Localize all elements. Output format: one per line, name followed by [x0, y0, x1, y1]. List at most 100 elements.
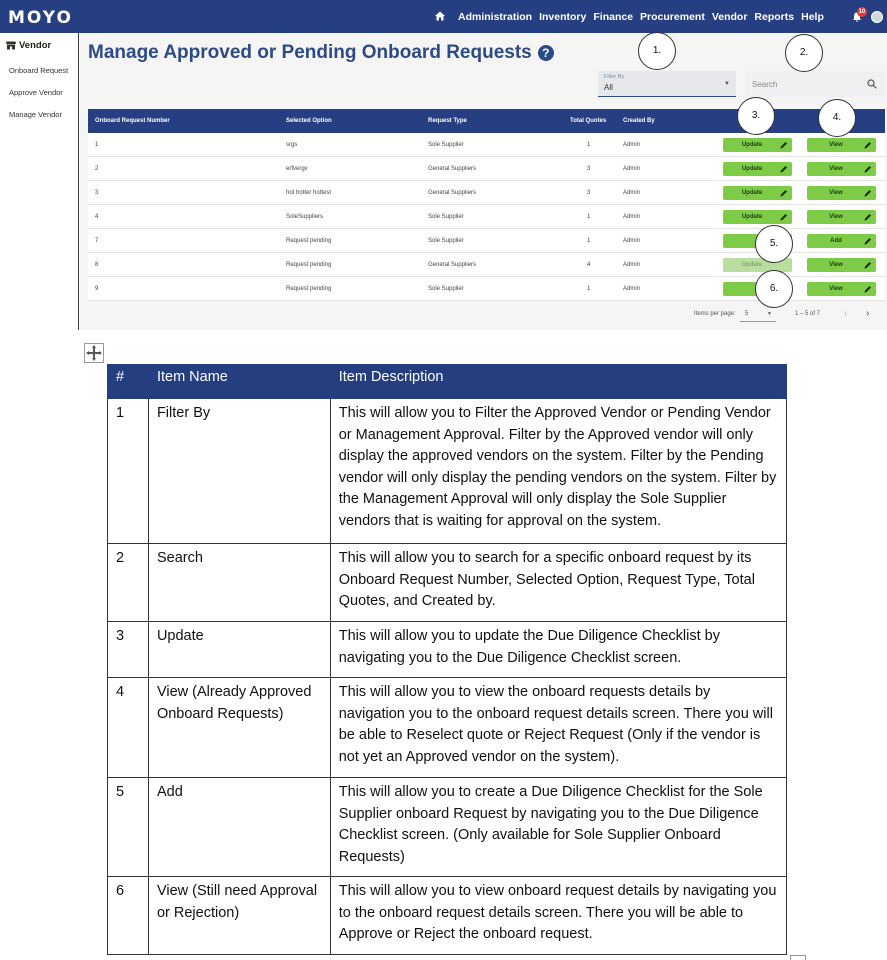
table-move-handle[interactable]: [84, 343, 104, 363]
right-button-label: View: [829, 142, 843, 148]
col-created-by[interactable]: Created By: [623, 109, 655, 133]
paginator: Items per page: 5 ▼ 1 – 5 of 7 ‹ ›: [88, 304, 885, 326]
prev-page-icon[interactable]: ‹: [844, 308, 847, 319]
help-icon[interactable]: ?: [537, 45, 554, 61]
cell-selected-option: hot hotter hottest: [286, 190, 332, 196]
cell-created-by: Admin: [623, 190, 641, 196]
col-total-quotes[interactable]: Total Quotes: [570, 109, 606, 133]
col-request-type[interactable]: Request Type: [428, 109, 467, 133]
cell-request-type: Sole Supplier: [428, 142, 464, 148]
row-item-description: This will allow you to update the Due Di…: [329, 621, 788, 678]
cell-selected-option: Request pending: [286, 238, 332, 244]
sidebar-item-approve-vendor[interactable]: Approve Vendor: [9, 88, 63, 97]
pencil-icon: [864, 262, 871, 269]
cell-created-by: Admin: [623, 262, 641, 268]
table-header-row: # Item Name Item Description: [107, 364, 788, 399]
cell-selected-option: Request pending: [286, 286, 332, 292]
search-field[interactable]: Search: [745, 71, 885, 97]
menu-vendor[interactable]: Vendor: [712, 11, 748, 23]
table-row: 3 hot hotter hottest General Suppliers 3 Adm…: [88, 181, 885, 205]
view-button[interactable]: View: [807, 210, 876, 224]
pencil-icon: [780, 142, 787, 149]
menu-procurement[interactable]: Procurement: [640, 11, 705, 23]
row-number: 5: [107, 777, 149, 877]
row-item-description: This will allow you to Filter the Approv…: [329, 398, 788, 544]
cell-request-number: 4: [95, 214, 99, 220]
update-button[interactable]: Update: [723, 210, 792, 224]
search-icon[interactable]: [867, 79, 877, 89]
update-button[interactable]: Update: [723, 186, 792, 200]
table-row: 4 SoleSuppliers Sole Supplier 1 Admin Update V…: [88, 205, 885, 229]
view-button[interactable]: View: [807, 138, 876, 152]
header-item-name: Item Name: [147, 364, 331, 399]
cell-total-quotes: 1: [587, 286, 591, 292]
row-item-description: This will allow you to create a Due Dili…: [329, 777, 788, 877]
view-button[interactable]: View: [807, 186, 876, 200]
table-row: 1 Filter By This will allow you to Filte…: [107, 398, 788, 544]
cell-selected-option: Request pending: [286, 262, 332, 268]
table-row: 4 View (Already Approved Onboard Request…: [107, 677, 788, 778]
menu-reports[interactable]: Reports: [754, 11, 794, 23]
caret-down-icon: ▼: [724, 81, 730, 87]
right-button-label: View: [829, 190, 843, 196]
col-selected-option[interactable]: Selected Option: [286, 109, 332, 133]
row-item-description: This will allow you to view onboard requ…: [329, 876, 788, 955]
view-button[interactable]: View: [807, 162, 876, 176]
item-description-table: # Item Name Item Description 1 Filter By…: [107, 364, 788, 955]
filter-by-select[interactable]: Filter By All ▼: [598, 71, 736, 97]
cell-created-by: Admin: [623, 166, 641, 172]
cell-request-type: Sole Supplier: [428, 238, 464, 244]
move-icon: [86, 345, 102, 361]
row-item-name: Search: [147, 543, 331, 622]
cell-total-quotes: 4: [587, 262, 591, 268]
row-item-description: This will allow you to view the onboard …: [329, 677, 788, 778]
menu-administration[interactable]: Administration: [458, 11, 532, 23]
left-button-label: Update: [741, 214, 763, 220]
menu-finance[interactable]: Finance: [593, 11, 633, 23]
cell-request-number: 2: [95, 166, 99, 172]
sidebar-item-onboard-request[interactable]: Onboard Request: [9, 66, 68, 75]
table-row: 1 srgs Sole Supplier 1 Admin Update View: [88, 133, 885, 157]
cell-created-by: Admin: [623, 286, 641, 292]
col-request-number[interactable]: Onboard Request Number: [95, 109, 170, 133]
row-item-name: Add: [147, 777, 331, 877]
notification-badge: 10: [857, 7, 867, 17]
cell-request-type: General Suppliers: [428, 262, 477, 268]
view-button[interactable]: View: [807, 258, 876, 272]
screenshot: MOYO Administration Inventory Finance Pr…: [0, 0, 887, 330]
left-button-label: Update: [741, 166, 763, 172]
menu-help[interactable]: Help: [801, 11, 824, 23]
next-page-icon[interactable]: ›: [866, 308, 869, 319]
cell-selected-option: erfvergv: [286, 166, 308, 172]
page-size-select[interactable]: 5 ▼: [740, 306, 776, 322]
sidebar: Vendor Onboard Request Approve Vendor Ma…: [0, 33, 79, 330]
sidebar-header: Vendor: [6, 40, 51, 51]
avatar[interactable]: [871, 11, 883, 23]
sidebar-item-manage-vendor[interactable]: Manage Vendor: [9, 110, 62, 119]
view-button[interactable]: View: [807, 282, 876, 296]
add-button[interactable]: Add: [807, 234, 876, 248]
pencil-icon: [864, 166, 871, 173]
app-logo: MOYO: [8, 8, 73, 28]
home-icon[interactable]: [435, 11, 445, 21]
right-button-label: Add: [830, 238, 842, 244]
table-resize-handle[interactable]: [790, 955, 806, 960]
cell-created-by: Admin: [623, 142, 641, 148]
row-number: 1: [107, 398, 149, 544]
row-number: 2: [107, 543, 149, 622]
cell-created-by: Admin: [623, 214, 641, 220]
callout-2: 2.: [785, 34, 823, 72]
cell-total-quotes: 1: [587, 214, 591, 220]
cell-request-number: 7: [95, 238, 99, 244]
page-title: Manage Approved or Pending Onboard Reque…: [88, 42, 554, 64]
update-button[interactable]: Update: [723, 162, 792, 176]
pencil-icon: [780, 190, 787, 197]
callout-5: 5.: [755, 225, 793, 263]
menu-inventory[interactable]: Inventory: [539, 11, 586, 23]
update-button[interactable]: Update: [723, 138, 792, 152]
header-number: #: [107, 364, 149, 399]
cell-request-type: General Suppliers: [428, 166, 477, 172]
pencil-icon: [864, 214, 871, 221]
cell-total-quotes: 1: [587, 142, 591, 148]
cell-created-by: Admin: [623, 238, 641, 244]
